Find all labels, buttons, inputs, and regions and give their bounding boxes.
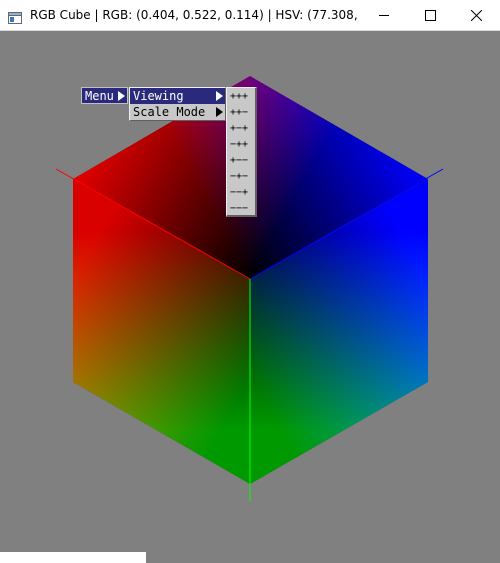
submenu-arrow-icon (216, 91, 223, 101)
viewing-option[interactable]: −+− (227, 169, 255, 185)
close-icon (471, 10, 482, 21)
submenu-arrow-icon (216, 107, 223, 117)
viewing-submenu: +++ ++− +−+ −++ +−− −+− −−+ −−− (226, 87, 257, 217)
window-title: RGB Cube | RGB: (0.404, 0.522, 0.114) | … (30, 8, 360, 22)
viewing-option[interactable]: ++− (227, 105, 255, 121)
viewing-option[interactable]: −++ (227, 137, 255, 153)
viewing-option[interactable]: −−+ (227, 185, 255, 201)
minimize-button[interactable] (362, 0, 408, 31)
viewing-option[interactable]: +++ (227, 89, 255, 105)
main-menu-panel: Viewing Scale Mode (129, 87, 226, 121)
maximize-icon (425, 10, 436, 21)
maximize-button[interactable] (408, 0, 454, 31)
viewing-option[interactable]: +−+ (227, 121, 255, 137)
menu-root-item[interactable]: Menu (82, 88, 127, 104)
menu-item-viewing[interactable]: Viewing (130, 88, 225, 104)
menu-item-viewing-label: Viewing (133, 89, 184, 103)
context-menu-root[interactable]: Menu (81, 87, 128, 104)
close-button[interactable] (454, 0, 500, 31)
viewing-option[interactable]: +−− (227, 153, 255, 169)
menu-item-scale-mode[interactable]: Scale Mode (130, 104, 225, 120)
viewing-option[interactable]: −−− (227, 201, 255, 217)
menu-root-label: Menu (85, 89, 114, 103)
title-bar[interactable]: RGB Cube | RGB: (0.404, 0.522, 0.114) | … (0, 0, 500, 31)
status-strip (0, 552, 146, 563)
menu-item-scale-mode-label: Scale Mode (133, 105, 206, 119)
minimize-icon (379, 15, 389, 16)
submenu-arrow-icon (118, 91, 125, 101)
app-window-icon (8, 9, 22, 24)
